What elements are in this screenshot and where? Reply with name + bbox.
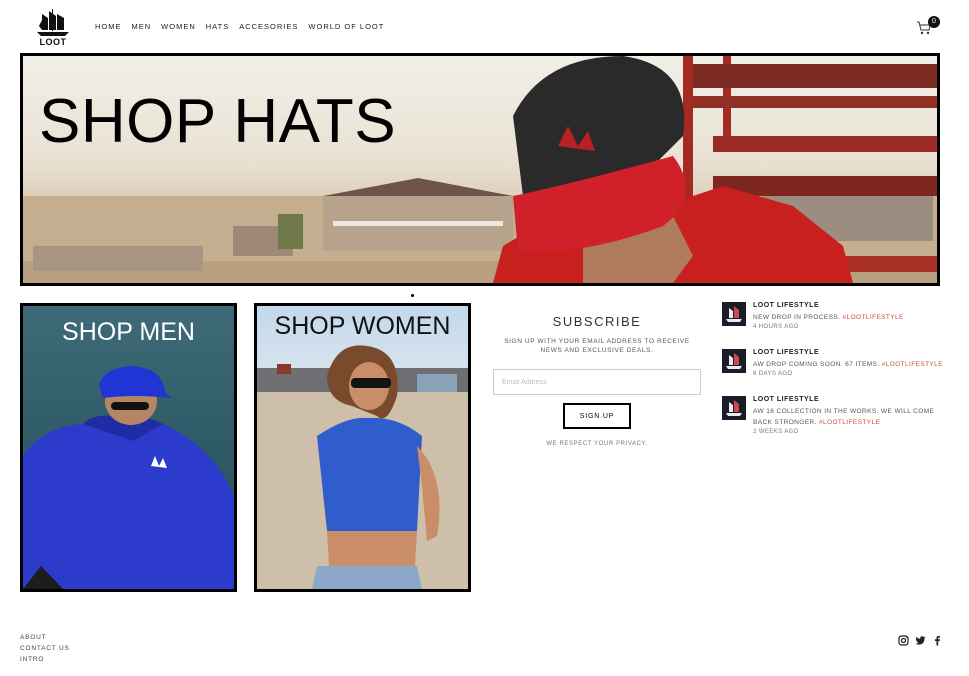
feed-timestamp: 4 HOURS AGO bbox=[753, 324, 799, 330]
footer-link-contact-us[interactable]: CONTACT US bbox=[20, 643, 70, 654]
nav-accesories[interactable]: ACCESORIES bbox=[239, 22, 298, 31]
instagram-icon[interactable] bbox=[898, 633, 909, 646]
nav-hats[interactable]: HATS bbox=[206, 22, 229, 31]
hashtag-link[interactable]: #LOOTLIFESTYLE bbox=[882, 361, 943, 368]
feed-message: NEW DROP IN PROCESS. bbox=[753, 314, 843, 321]
ship-icon bbox=[726, 353, 742, 369]
feed-timestamp: 2 WEEKS AGO bbox=[753, 429, 799, 435]
ship-icon bbox=[726, 306, 742, 322]
logo-text: LOOT bbox=[39, 37, 67, 47]
main-nav: HOME MEN WOMEN HATS ACCESORIES WORLD OF … bbox=[95, 22, 384, 31]
tile-title-women: SHOP WOMEN bbox=[274, 312, 451, 340]
social-links bbox=[898, 633, 943, 646]
nav-home[interactable]: HOME bbox=[95, 22, 122, 31]
footer-link-intro[interactable]: INTRO bbox=[20, 654, 70, 665]
cart-count-badge: 0 bbox=[928, 16, 940, 28]
feed-author: LOOT LIFESTYLE bbox=[753, 396, 820, 403]
avatar bbox=[722, 349, 746, 373]
ship-icon bbox=[37, 9, 69, 36]
feed-author: LOOT LIFESTYLE bbox=[753, 302, 820, 309]
social-feed: LOOT LIFESTYLE NEW DROP IN PROCESS. #LOO… bbox=[722, 302, 943, 443]
sign-up-button[interactable]: SIGN UP bbox=[563, 403, 631, 429]
feed-author: LOOT LIFESTYLE bbox=[753, 349, 820, 356]
privacy-note: WE RESPECT YOUR PRIVACY. bbox=[546, 441, 648, 447]
twitter-icon[interactable] bbox=[915, 633, 926, 645]
avatar bbox=[722, 302, 746, 326]
carousel-dot bbox=[411, 294, 414, 297]
nav-men[interactable]: MEN bbox=[132, 22, 152, 31]
tile-shop-men[interactable]: SHOP MEN bbox=[20, 303, 237, 592]
feed-item[interactable]: LOOT LIFESTYLE AW DROP COMING SOON. 67 I… bbox=[722, 349, 943, 395]
feed-text: AW 16 COLLECTION IN THE WORKS. WE WILL C… bbox=[753, 406, 943, 428]
feed-text: AW DROP COMING SOON. 67 ITEMS. #LOOTLIFE… bbox=[753, 359, 943, 370]
site-header: LOOT HOME MEN WOMEN HATS ACCESORIES WORL… bbox=[0, 0, 969, 52]
nav-world-of-loot[interactable]: WORLD OF LOOT bbox=[308, 22, 384, 31]
avatar bbox=[722, 396, 746, 420]
hero-title: SHOP HATS bbox=[39, 87, 397, 156]
subscribe-description: SIGN UP WITH YOUR EMAIL ADDRESS TO RECEI… bbox=[504, 338, 690, 354]
tile-title-men: SHOP MEN bbox=[62, 318, 195, 346]
subscribe-title: SUBSCRIBE bbox=[552, 314, 642, 329]
facebook-icon[interactable] bbox=[932, 633, 943, 646]
hashtag-link[interactable]: #LOOTLIFESTYLE bbox=[819, 419, 880, 426]
tile-shop-women[interactable]: SHOP WOMEN bbox=[254, 303, 471, 592]
feed-text: NEW DROP IN PROCESS. #LOOTLIFESTYLE bbox=[753, 312, 943, 323]
footer-links: ABOUT CONTACT US INTRO bbox=[20, 632, 70, 665]
feed-message: AW DROP COMING SOON. 67 ITEMS. bbox=[753, 361, 882, 368]
feed-item[interactable]: LOOT LIFESTYLE AW 16 COLLECTION IN THE W… bbox=[722, 396, 942, 442]
email-field[interactable] bbox=[493, 369, 701, 395]
feed-timestamp: 6 DAYS AGO bbox=[753, 371, 793, 377]
women-photo bbox=[257, 345, 468, 589]
cart-button[interactable]: 0 bbox=[916, 16, 942, 37]
footer-link-about[interactable]: ABOUT bbox=[20, 632, 70, 643]
men-photo bbox=[23, 366, 234, 589]
subscribe-block: SUBSCRIBE SIGN UP WITH YOUR EMAIL ADDRES… bbox=[493, 314, 701, 447]
ship-icon bbox=[726, 400, 742, 416]
hero-banner-shop-hats[interactable]: SHOP HATS bbox=[20, 53, 940, 286]
hashtag-link[interactable]: #LOOTLIFESTYLE bbox=[843, 314, 904, 321]
feed-item[interactable]: LOOT LIFESTYLE NEW DROP IN PROCESS. #LOO… bbox=[722, 302, 942, 348]
loot-logo[interactable]: LOOT bbox=[34, 8, 72, 48]
nav-women[interactable]: WOMEN bbox=[161, 22, 196, 31]
